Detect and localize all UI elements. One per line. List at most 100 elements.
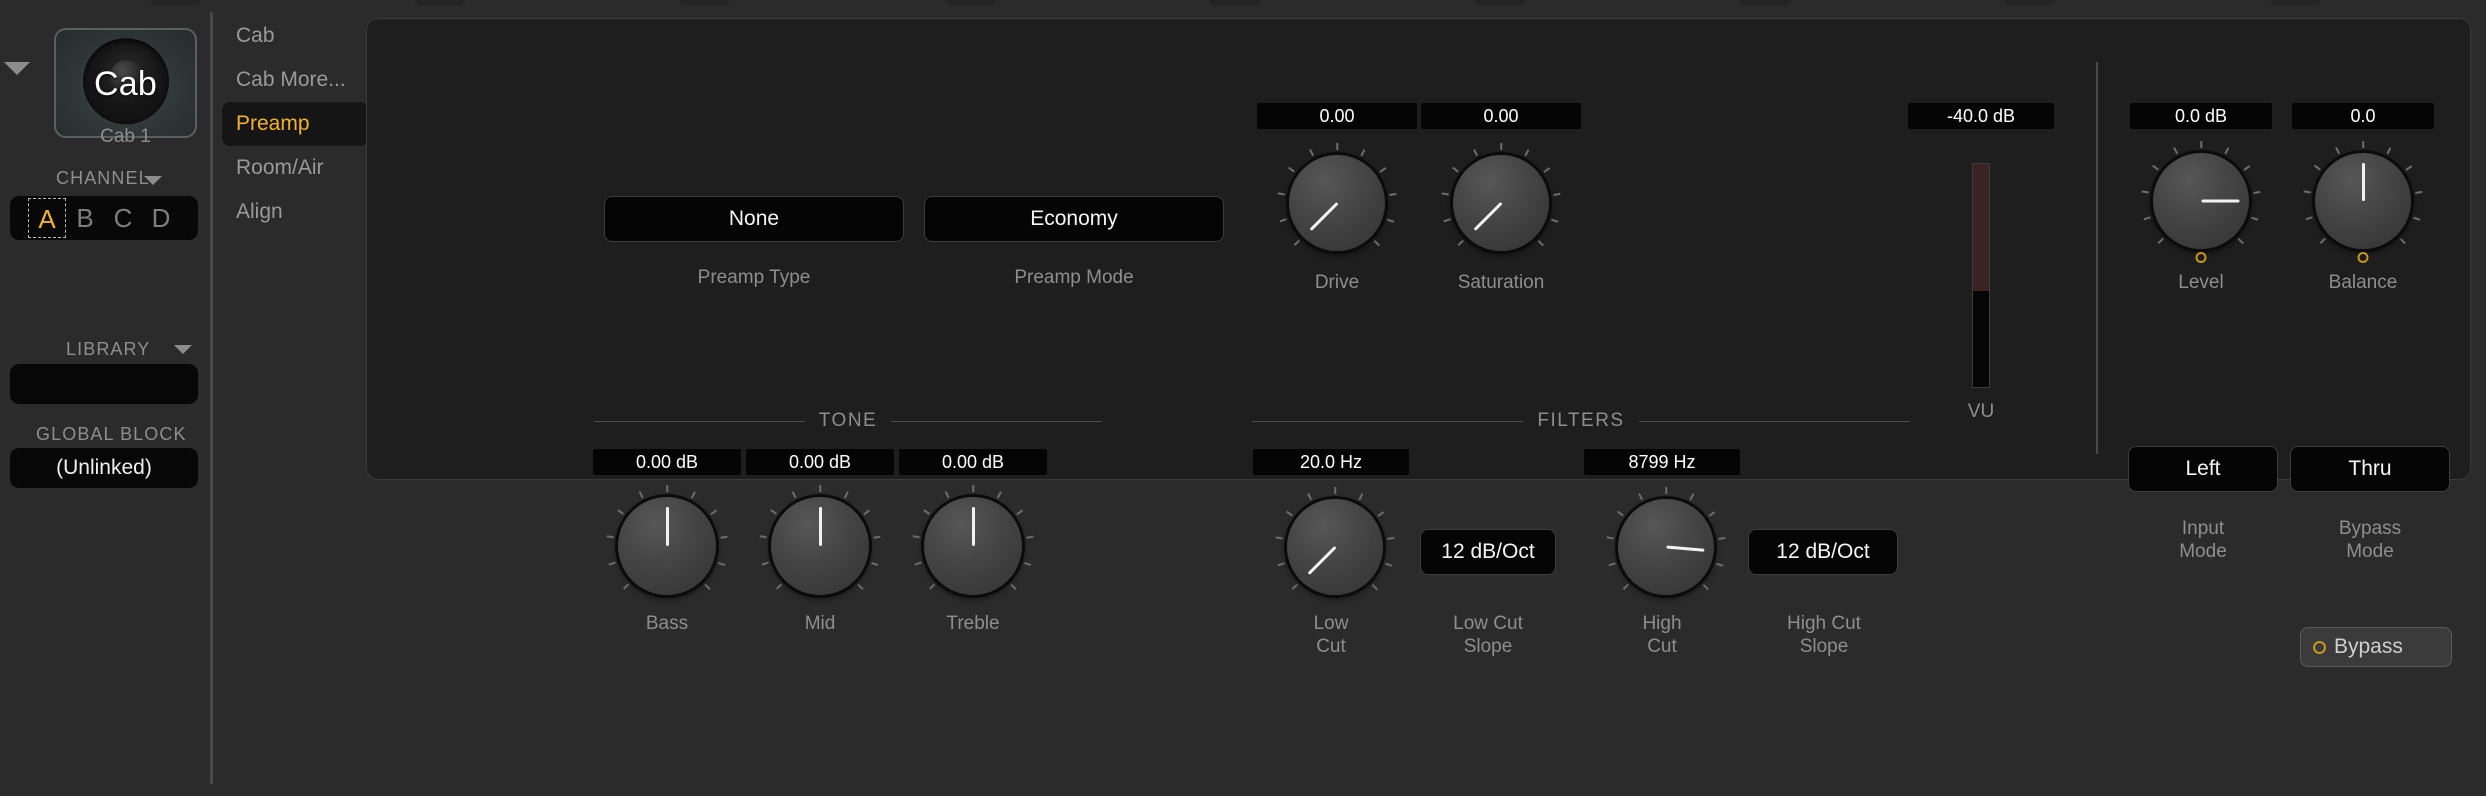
bass-readout[interactable]: 0.00 dB	[593, 449, 741, 475]
knob-pointer	[665, 507, 669, 546]
drive-label: Drive	[1314, 272, 1360, 293]
treble-readout[interactable]: 0.00 dB	[899, 449, 1047, 475]
global-block-value[interactable]: (Unlinked)	[10, 448, 198, 488]
preamp-type-label: Preamp Type	[697, 267, 811, 288]
low-cut-slope-label: Low Cut Slope	[1453, 613, 1523, 657]
nav-item-align[interactable]: Align	[222, 190, 368, 234]
knob-pointer	[1307, 545, 1337, 575]
page-nav-list: Cab Cab More... Preamp Room/Air Align	[222, 14, 368, 234]
bass-label: Bass	[645, 613, 689, 634]
low-cut-readout[interactable]: 20.0 Hz	[1253, 449, 1409, 475]
knob-pointer	[1309, 201, 1339, 231]
top-tab[interactable]	[1210, 0, 1260, 6]
tone-section-header: TONE	[594, 410, 1102, 432]
mid-label: Mid	[804, 613, 836, 634]
knob-body	[1618, 499, 1714, 595]
bypass-button-label: Bypass	[2334, 635, 2403, 658]
block-name: Cab 1	[100, 126, 151, 147]
knob-body	[924, 497, 1022, 595]
nav-item-preamp[interactable]: Preamp	[222, 102, 368, 146]
low-cut-label: Low Cut	[1313, 613, 1349, 657]
drive-knob[interactable]	[1277, 143, 1397, 263]
vu-label: VU	[1967, 401, 1995, 422]
knob-indicator-dot	[2357, 252, 2369, 263]
top-tab[interactable]	[680, 0, 730, 6]
bypass-mode-button[interactable]: Thru	[2290, 446, 2450, 492]
drive-readout[interactable]: 0.00	[1257, 103, 1417, 129]
knob-body	[1287, 499, 1383, 595]
knob-indicator-dot	[2195, 252, 2207, 263]
knob-body	[1289, 155, 1385, 251]
library-value[interactable]	[10, 364, 198, 404]
high-cut-knob[interactable]	[1606, 487, 1726, 607]
knob-pointer	[818, 507, 822, 546]
triangle-down-icon[interactable]	[4, 62, 30, 75]
preamp-type-button[interactable]: None	[604, 196, 904, 242]
channel-header: CHANNEL	[56, 168, 150, 188]
top-tab[interactable]	[2270, 0, 2320, 6]
column-divider	[210, 12, 213, 784]
saturation-readout[interactable]: 0.00	[1421, 103, 1581, 129]
block-thumbnail[interactable]: Cab	[54, 28, 197, 138]
knob-pointer	[2201, 199, 2239, 203]
circle-led-icon	[2313, 640, 2326, 654]
input-mode-button[interactable]: Left	[2128, 446, 2278, 492]
nav-item-cab[interactable]: Cab	[222, 14, 368, 58]
bypass-mode-label: Bypass Mode	[2338, 518, 2402, 562]
high-cut-slope-label: High Cut Slope	[1787, 613, 1861, 657]
filters-section-header: FILTERS	[1252, 410, 1910, 432]
mid-readout[interactable]: 0.00 dB	[746, 449, 894, 475]
level-label: Level	[2178, 272, 2224, 293]
low-cut-knob[interactable]	[1275, 487, 1395, 607]
filters-section-title: FILTERS	[1537, 410, 1625, 431]
input-mode-label: Input Mode	[2179, 518, 2227, 562]
global-block-header: GLOBAL BLOCK	[36, 424, 187, 444]
channel-button-b[interactable]: B	[66, 198, 104, 238]
top-tab[interactable]	[1475, 0, 1525, 6]
library-header: LIBRARY	[66, 339, 151, 359]
bass-knob[interactable]	[606, 485, 728, 607]
high-cut-slope-button[interactable]: 12 dB/Oct	[1748, 529, 1898, 575]
block-thumbnail-label: Cab	[94, 65, 157, 104]
vu-meter-fill	[1973, 164, 1989, 292]
balance-label: Balance	[2328, 272, 2398, 293]
channel-button-a[interactable]: A	[28, 198, 66, 238]
channel-button-d[interactable]: D	[142, 198, 180, 238]
preamp-mode-label: Preamp Mode	[1014, 267, 1134, 288]
top-tab[interactable]	[1740, 0, 1790, 6]
channel-button-c[interactable]: C	[104, 198, 142, 238]
library-caret-icon[interactable]	[174, 345, 192, 354]
level-readout[interactable]: 0.0 dB	[2130, 103, 2272, 129]
top-tab[interactable]	[415, 0, 465, 6]
knob-pointer	[2361, 163, 2365, 201]
nav-item-cab-more[interactable]: Cab More...	[222, 58, 368, 102]
level-knob[interactable]	[2141, 141, 2261, 263]
vu-readout: -40.0 dB	[1908, 103, 2054, 129]
high-cut-readout[interactable]: 8799 Hz	[1584, 449, 1740, 475]
knob-body	[618, 497, 716, 595]
saturation-knob[interactable]	[1441, 143, 1561, 263]
preamp-mode-button[interactable]: Economy	[924, 196, 1224, 242]
bypass-button[interactable]: Bypass	[2300, 627, 2452, 667]
plugin-window: Cab Cab 1 CHANNEL ABCD LIBRARY GLOBAL BL…	[0, 0, 2486, 796]
top-tab[interactable]	[2005, 0, 2055, 6]
treble-knob[interactable]	[912, 485, 1034, 607]
saturation-label: Saturation	[1457, 272, 1545, 293]
treble-label: Treble	[946, 613, 1000, 634]
knob-body	[2153, 153, 2249, 249]
high-cut-label: High Cut	[1642, 613, 1682, 657]
knob-body	[1453, 155, 1549, 251]
channel-selector[interactable]: ABCD	[10, 196, 198, 240]
balance-readout[interactable]: 0.0	[2292, 103, 2434, 129]
output-section-divider	[2096, 62, 2098, 454]
vu-meter	[1972, 163, 1990, 388]
top-tab[interactable]	[945, 0, 995, 6]
knob-body	[771, 497, 869, 595]
mid-knob[interactable]	[759, 485, 881, 607]
channel-caret-icon[interactable]	[144, 176, 162, 185]
nav-item-room-air[interactable]: Room/Air	[222, 146, 368, 190]
knob-pointer	[1473, 201, 1503, 231]
knob-pointer	[1665, 545, 1704, 552]
low-cut-slope-button[interactable]: 12 dB/Oct	[1420, 529, 1556, 575]
balance-knob[interactable]	[2303, 141, 2423, 263]
